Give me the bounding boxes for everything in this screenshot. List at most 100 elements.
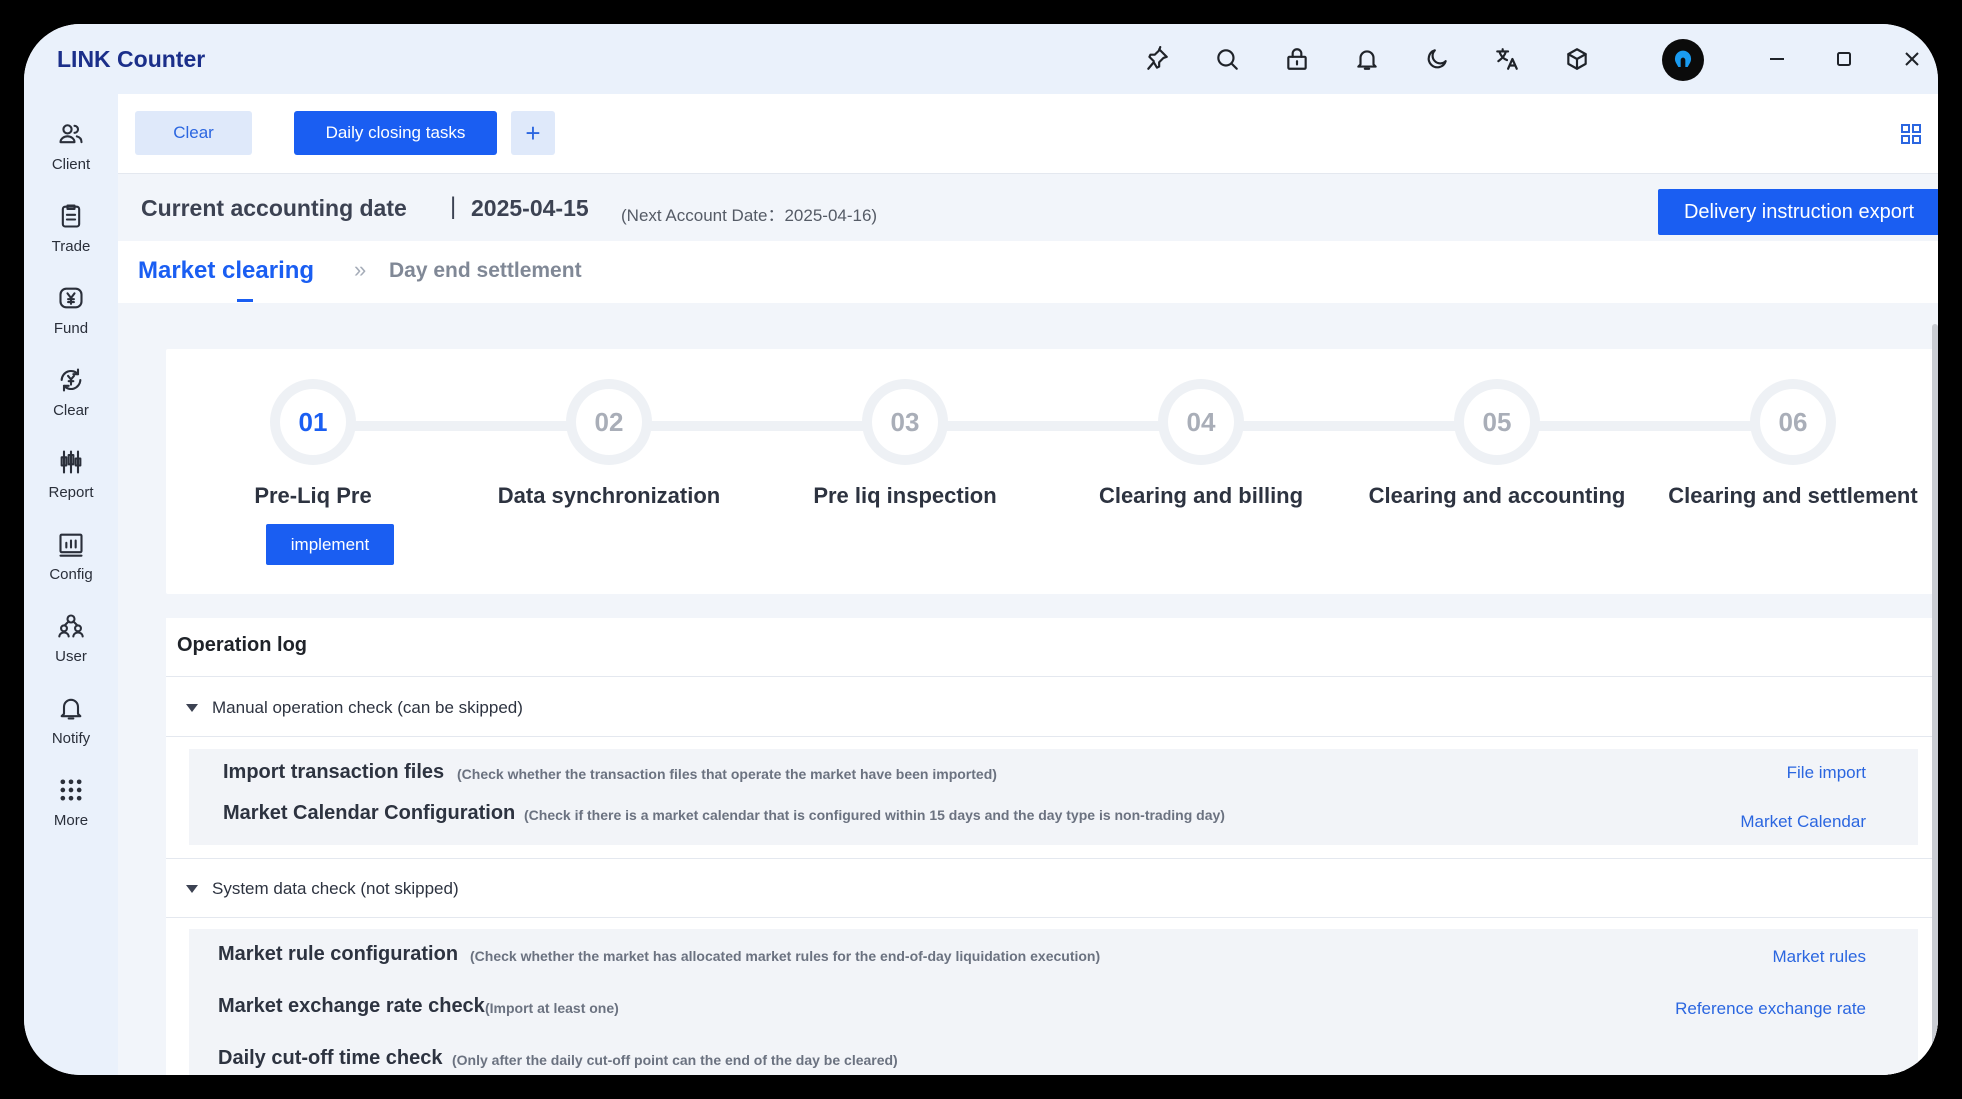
accounting-date-value: 2025-04-15 (471, 195, 589, 221)
list-item: Market Calendar Configuration (Check if … (189, 794, 1918, 834)
sidebar-item-label: Fund (53, 320, 89, 337)
sidebar-item-config[interactable]: Config (24, 530, 118, 600)
sidebar-item-client[interactable]: Client (24, 120, 118, 190)
breadcrumb-day-end-settlement[interactable]: Day end settlement (389, 259, 582, 283)
date-separator: | (450, 193, 457, 220)
breadcrumb: Market clearing » Day end settlement (118, 241, 1938, 303)
sidebar-item-user[interactable]: User (24, 612, 118, 682)
step-number: 03 (872, 389, 938, 455)
sidebar-item-label: Notify (51, 730, 91, 747)
bell-icon[interactable] (1352, 44, 1382, 74)
step-number: 04 (1168, 389, 1234, 455)
file-import-link[interactable]: File import (1787, 763, 1866, 783)
step-05[interactable]: 05 Clearing and accounting (1367, 349, 1627, 594)
step-04[interactable]: 04 Clearing and billing (1071, 349, 1331, 594)
group-label: Manual operation check (can be skipped) (212, 698, 523, 717)
yen-refresh-icon (60, 368, 82, 392)
check-description: (Import at least one) (485, 1000, 619, 1016)
cube-icon[interactable] (1562, 44, 1592, 74)
app-window: LINK Counter Client Trade Fund Clear Rep… (24, 24, 1938, 1075)
pin-icon[interactable] (1142, 44, 1172, 74)
step-03[interactable]: 03 Pre liq inspection (775, 349, 1035, 594)
caret-down-icon (186, 885, 198, 893)
next-account-date: (Next Account Date：2025-04-16) (621, 206, 878, 225)
step-02[interactable]: 02 Data synchronization (479, 349, 739, 594)
step-title: Data synchronization (497, 483, 721, 508)
candlestick-icon (60, 450, 82, 474)
minimize-icon[interactable] (1762, 44, 1792, 74)
sidebar-item-clear[interactable]: Clear (24, 366, 118, 436)
tab-bar: Clear Daily closing tasks + (118, 94, 1938, 174)
reference-exchange-rate-link[interactable]: Reference exchange rate (1675, 999, 1866, 1019)
group-system-check-toggle[interactable]: System data check (not skipped) (186, 879, 459, 899)
step-title: Clearing and settlement (1668, 483, 1918, 508)
scrollbar[interactable] (1932, 324, 1938, 1075)
document-icon (61, 204, 81, 228)
translate-icon[interactable] (1492, 44, 1522, 74)
add-tab-button[interactable]: + (511, 111, 555, 155)
divider (166, 858, 1938, 859)
accounting-date-bar: Current accounting date | 2025-04-15 (Ne… (118, 175, 1938, 241)
divider (166, 676, 1938, 677)
delivery-instruction-export-button[interactable]: Delivery instruction export (1658, 189, 1938, 235)
grid-view-icon[interactable] (1899, 122, 1923, 146)
market-calendar-link[interactable]: Market Calendar (1740, 812, 1866, 832)
check-name: Market exchange rate check (218, 995, 485, 1017)
yen-icon (59, 287, 83, 309)
sidebar-item-trade[interactable]: Trade (24, 202, 118, 272)
title-bar: LINK Counter (24, 24, 1938, 94)
check-description: (Check whether the market has allocated … (470, 948, 1101, 964)
group-label: System data check (not skipped) (212, 879, 459, 898)
sidebar-item-label: Report (48, 484, 94, 501)
user-group-icon (58, 614, 84, 638)
check-name: Market rule configuration (218, 943, 459, 965)
sidebar-item-more[interactable]: More (24, 776, 118, 846)
sidebar-item-label: User (55, 648, 87, 665)
step-number: 06 (1760, 389, 1826, 455)
operation-log-title: Operation log (177, 634, 307, 656)
check-name: Import transaction files (223, 761, 445, 783)
lock-icon[interactable] (1282, 44, 1312, 74)
divider (166, 736, 1938, 737)
active-step-indicator (237, 299, 253, 302)
sidebar: Client Trade Fund Clear Report Config Us… (24, 94, 118, 1075)
step-01[interactable]: 01 Pre-Liq Pre implement (183, 349, 443, 594)
sidebar-item-label: Clear (53, 402, 89, 419)
system-check-list: Market rule configuration (Check whether… (189, 929, 1918, 1075)
group-manual-check-toggle[interactable]: Manual operation check (can be skipped) (186, 698, 523, 718)
step-06[interactable]: 06 Clearing and settlement (1663, 349, 1923, 594)
step-number: 02 (576, 389, 642, 455)
step-title: Clearing and accounting (1368, 483, 1626, 508)
avatar[interactable] (1662, 39, 1704, 81)
check-description: (Only after the daily cut-off point can … (452, 1052, 898, 1068)
tab-daily-closing-tasks[interactable]: Daily closing tasks (294, 111, 497, 155)
users-icon (59, 124, 83, 144)
sidebar-item-report[interactable]: Report (24, 448, 118, 518)
check-name: Market Calendar Configuration (223, 802, 516, 824)
step-title: Pre liq inspection (813, 483, 997, 508)
step-title: Clearing and billing (1098, 483, 1304, 508)
chart-icon (59, 533, 83, 557)
moon-icon[interactable] (1422, 44, 1452, 74)
close-icon[interactable] (1897, 44, 1927, 74)
manual-check-list: Import transaction files (Check whether … (189, 749, 1918, 845)
steps-panel: 01 Pre-Liq Pre implement 02 Data synchro… (166, 349, 1938, 594)
market-rules-link[interactable]: Market rules (1772, 947, 1866, 967)
tab-clear[interactable]: Clear (135, 111, 252, 155)
breadcrumb-market-clearing[interactable]: Market clearing (138, 257, 314, 285)
implement-button[interactable]: implement (266, 524, 394, 565)
sidebar-item-notify[interactable]: Notify (24, 694, 118, 764)
app-title: LINK Counter (57, 46, 206, 72)
maximize-icon[interactable] (1829, 44, 1859, 74)
sidebar-item-label: Client (51, 156, 91, 173)
step-title: Pre-Liq Pre (254, 483, 372, 508)
list-item: Market rule configuration (Check whether… (189, 935, 1918, 975)
sidebar-item-fund[interactable]: Fund (24, 284, 118, 354)
sidebar-item-label: Trade (51, 238, 91, 255)
check-name: Daily cut-off time check (218, 1047, 443, 1069)
check-description: (Check if there is a market calendar tha… (524, 807, 1225, 823)
search-icon[interactable] (1212, 44, 1242, 74)
divider (166, 917, 1938, 918)
main-content: Clear Daily closing tasks + Current acco… (118, 94, 1938, 1075)
operation-log-panel: Operation log Manual operation check (ca… (166, 618, 1938, 1075)
